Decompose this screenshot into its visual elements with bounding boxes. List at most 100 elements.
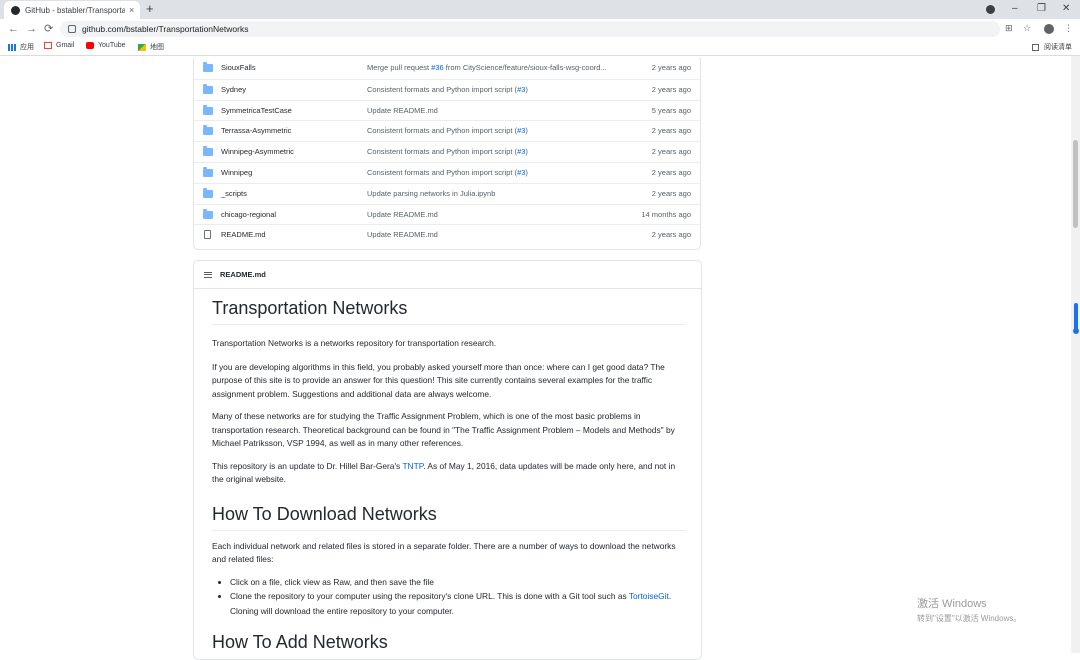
commit-message[interactable]: Consistent formats and Python import scr… [367,126,625,135]
youtube-icon [86,42,94,49]
side-panel-dot [1073,328,1079,334]
bookmark-star-icon[interactable]: ☆ [1023,23,1031,34]
readme-title: Transportation Networks [212,298,686,325]
readme-paragraph: Each individual network and related file… [212,540,676,565]
file-name-link[interactable]: _scripts [221,189,247,198]
readme-content: Transportation Networks Transportation N… [212,298,686,658]
tab-close-icon[interactable]: × [129,5,134,15]
restore-button[interactable]: ❐ [1037,2,1046,16]
readme-header-title: README.md [220,270,266,279]
url-text: github.com/bstabler/TransportationNetwor… [82,24,249,34]
record-icon[interactable] [986,5,995,14]
more-menu-icon[interactable]: ⋮ [1064,23,1073,34]
file-name-link[interactable]: chicago-regional [221,210,276,219]
readme-paragraph: This repository is an update to Dr. Hill… [212,460,676,485]
tab-title: GitHub - bstabler/Transportati [25,5,125,15]
file-row[interactable]: Winnipeg-Asymmetric Consistent formats an… [194,141,700,162]
file-row[interactable]: _scripts Update parsing networks in Julia… [194,182,700,204]
reading-list-button[interactable]: 阅读清单 [1032,42,1072,52]
folder-icon [203,62,213,72]
file-icon [204,230,211,240]
file-row[interactable]: Terrassa-Asymmetric Consistent formats an… [194,120,700,141]
file-name-link[interactable]: Terrassa-Asymmetric [221,126,291,135]
address-bar[interactable]: github.com/bstabler/TransportationNetwor… [60,21,1000,37]
reading-list-icon [1032,43,1039,51]
list-item: Clone the repository to your computer us… [230,589,686,618]
pr-link[interactable]: #36 [431,63,444,72]
tab-strip: GitHub - bstabler/Transportati × + – ❐ ✕ [0,0,1080,19]
windows-activation-watermark: 激活 Windows 转到"设置"以激活 Windows。 [917,598,1022,623]
browser-toolbar: ← → ⟳ github.com/bstabler/Transportation… [0,19,1080,40]
file-list: SiouxFalls Merge pull request #36 from Ci… [193,58,701,250]
commit-message[interactable]: Consistent formats and Python import scr… [367,85,625,94]
lock-icon [68,25,76,33]
list-item: Click on a file, click view as Raw, and … [230,575,686,590]
commit-age: 2 years ago [651,63,691,72]
folder-icon [203,104,213,115]
folder-icon [203,167,213,177]
bookmark-youtube[interactable]: YouTube [86,42,126,49]
bookmark-maps[interactable]: 地图 [138,42,164,52]
commit-message[interactable]: Update parsing networks in Julia.ipynb [367,189,625,198]
close-window-button[interactable]: ✕ [1062,2,1070,16]
readme-paragraph: Transportation Networks is a networks re… [212,338,497,348]
file-name-link[interactable]: SiouxFalls [221,63,256,72]
back-arrow-icon[interactable]: ← [8,22,19,36]
commit-message[interactable]: Consistent formats and Python import scr… [367,168,625,177]
readme-paragraph: Many of these networks are for studying … [212,411,675,448]
tortoisegit-link[interactable]: TortoiseGit [629,591,669,601]
commit-age: 2 years ago [651,230,691,240]
file-row[interactable]: README.md Update README.md 2 years ago [194,224,700,245]
new-tab-button[interactable]: + [146,2,154,16]
file-row[interactable]: chicago-regional Update README.md 14 month… [194,203,700,225]
commit-message[interactable]: Update README.md [367,106,625,115]
tntp-link[interactable]: TNTP [402,461,423,471]
commit-age: 2 years ago [651,84,691,94]
download-methods-list: Click on a file, click view as Raw, and … [212,575,686,619]
folder-icon [203,146,213,157]
maps-icon [138,43,146,51]
file-row[interactable]: SiouxFalls Merge pull request #36 from Ci… [194,58,700,79]
commit-age: 14 months ago [641,209,691,219]
commit-age: 5 years ago [651,105,691,115]
section-heading: How To Add Networks [212,632,388,652]
file-row[interactable]: Sydney Consistent formats and Python impo… [194,78,700,100]
readme-paragraph: If you are developing algorithms in this… [212,361,665,399]
commit-age: 2 years ago [651,188,691,198]
scrollbar-thumb[interactable] [1073,140,1078,228]
file-name-link[interactable]: SymmetricaTestCase [221,106,292,115]
bookmarks-bar: 应用 Gmail YouTube 地图 阅读清单 [0,40,1080,56]
folder-icon [203,187,213,198]
apps-grid-icon [8,43,16,51]
commit-message[interactable]: Consistent formats and Python import scr… [367,147,625,156]
file-row[interactable]: Winnipeg Consistent formats and Python im… [194,162,700,183]
file-name-link[interactable]: Winnipeg [221,168,252,177]
gmail-icon [44,42,52,49]
folder-icon [203,83,213,94]
list-icon[interactable] [204,271,212,278]
commit-message[interactable]: Update README.md [367,230,625,239]
commit-age: 2 years ago [651,126,691,136]
folder-icon [203,208,213,219]
file-name-link[interactable]: Winnipeg-Asymmetric [221,147,294,156]
commit-message[interactable]: Update README.md [367,210,625,219]
readme-header: README.md [194,261,701,289]
commit-message[interactable]: Merge pull request #36 from CityScience/… [367,63,625,72]
github-icon [11,5,20,15]
reload-icon[interactable]: ⟳ [44,22,53,36]
file-name-link[interactable]: Sydney [221,85,246,94]
forward-arrow-icon[interactable]: → [26,22,37,36]
commit-age: 2 years ago [651,147,691,157]
bookmark-apps[interactable]: 应用 [8,42,34,52]
bookmark-gmail[interactable]: Gmail [44,42,74,49]
minimize-button[interactable]: – [1012,2,1018,16]
browser-tab[interactable]: GitHub - bstabler/Transportati × [4,1,140,19]
file-row[interactable]: SymmetricaTestCase Update README.md 5 year… [194,99,700,121]
folder-icon [203,125,213,136]
section-heading: How To Download Networks [212,504,686,531]
readme-panel: README.md Transportation Networks Transp… [193,260,702,660]
file-name-link[interactable]: README.md [221,230,266,239]
translate-icon[interactable]: ⊞ [1005,23,1013,34]
commit-age: 2 years ago [651,168,691,177]
profile-avatar[interactable] [1044,24,1054,34]
